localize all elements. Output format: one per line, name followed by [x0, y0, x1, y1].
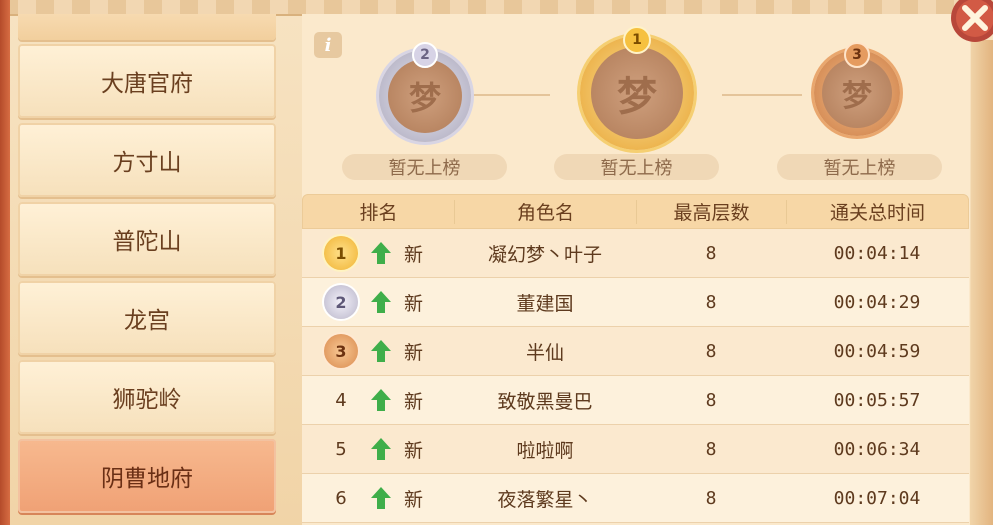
left-edge-decoration [0, 0, 10, 525]
player-name: 半仙 [525, 341, 564, 364]
medal-emblem: 梦 [388, 59, 462, 133]
bronze-medal: 梦 3 [814, 42, 900, 136]
header-time: 通关总时间 [830, 202, 926, 224]
sidebar-item-label: 龙宫 [124, 308, 170, 334]
sidebar-item-putuoshan[interactable]: 普陀山 [18, 202, 276, 276]
silver-medal: 梦 2 [379, 42, 471, 142]
arrow-up-icon [371, 340, 391, 362]
clear-time: 00:04:29 [833, 291, 921, 313]
sidebar-item-partial[interactable] [18, 14, 276, 40]
table-row[interactable]: 3 新 半仙 8 00:04:59 [302, 327, 969, 376]
table-row[interactable]: 2 新 董建国 8 00:04:29 [302, 278, 969, 327]
medal-emblem: 梦 [591, 47, 683, 139]
clear-time: 00:04:14 [833, 242, 921, 264]
player-name: 啦啦啊 [516, 439, 574, 462]
sidebar-item-yincaodifu[interactable]: 阴曹地府 [18, 439, 276, 513]
header-floor: 最高层数 [673, 202, 750, 224]
sidebar-item-label: 方寸山 [112, 150, 182, 176]
podium-label-2: 暂无上榜 [342, 154, 507, 180]
clear-time: 00:05:57 [833, 389, 921, 411]
sidebar-item-label: 狮驼岭 [112, 387, 182, 413]
player-name: 致敬黑曼巴 [497, 390, 593, 413]
rank-number: 6 [335, 487, 347, 509]
max-floor: 8 [705, 487, 717, 509]
trend-label: 新 [404, 439, 424, 462]
podium-label-1: 暂无上榜 [554, 154, 719, 180]
clear-time: 00:06:34 [833, 438, 921, 460]
medal-emblem: 梦 [822, 58, 892, 128]
table-header: 排名 角色名 最高层数 通关总时间 [302, 194, 969, 229]
rank-1-badge: 1 [623, 26, 651, 54]
sidebar-item-label: 阴曹地府 [101, 466, 193, 492]
gold-rank-badge: 1 [324, 236, 358, 270]
sidebar-item-longgong[interactable]: 龙宫 [18, 281, 276, 355]
header-name: 角色名 [517, 202, 575, 224]
trend-label: 新 [404, 292, 424, 315]
trend-label: 新 [404, 390, 424, 413]
table-row[interactable]: 4 新 致敬黑曼巴 8 00:05:57 [302, 376, 969, 425]
table-row[interactable]: 1 新 凝幻梦丶叶子 8 00:04:14 [302, 229, 969, 278]
arrow-up-icon [371, 438, 391, 460]
max-floor: 8 [705, 389, 717, 411]
max-floor: 8 [705, 242, 717, 264]
table-row[interactable]: 5 新 啦啦啊 8 00:06:34 [302, 425, 969, 474]
leaderboard-panel: i 梦 2 暂无上榜 梦 1 暂无上榜 梦 3 暂无上榜 排名 角色名 最高层数… [302, 14, 970, 525]
sidebar-item-shituoling[interactable]: 狮驼岭 [18, 360, 276, 434]
info-icon[interactable]: i [314, 32, 342, 58]
trend-label: 新 [404, 341, 424, 364]
school-sidebar: 大唐官府 方寸山 普陀山 龙宫 狮驼岭 阴曹地府 [18, 14, 278, 525]
sidebar-item-fangcunshan[interactable]: 方寸山 [18, 123, 276, 197]
bronze-rank-badge: 3 [324, 334, 358, 368]
header-rank: 排名 [359, 202, 398, 224]
arrow-up-icon [371, 242, 391, 264]
table-row[interactable]: 6 新 夜落繁星丶 8 00:07:04 [302, 474, 969, 523]
trend-label: 新 [404, 243, 424, 266]
podium-label-3: 暂无上榜 [777, 154, 942, 180]
sidebar-item-label: 普陀山 [112, 229, 182, 255]
max-floor: 8 [705, 438, 717, 460]
silver-rank-badge: 2 [324, 285, 358, 319]
rank-number: 4 [335, 389, 347, 411]
ranking-table: 排名 角色名 最高层数 通关总时间 1 新 凝幻梦丶叶子 8 00:04:14 … [302, 194, 969, 523]
arrow-up-icon [371, 487, 391, 509]
gold-medal: 梦 1 [580, 26, 694, 150]
trend-label: 新 [404, 488, 424, 511]
podium-connector [722, 94, 802, 96]
rank-3-badge: 3 [844, 42, 870, 68]
max-floor: 8 [705, 291, 717, 313]
sidebar-item-label: 大唐官府 [101, 71, 193, 97]
player-name: 凝幻梦丶叶子 [487, 243, 602, 266]
arrow-up-icon [371, 389, 391, 411]
close-icon[interactable] [943, 0, 993, 52]
rank-2-badge: 2 [412, 42, 438, 68]
player-name: 夜落繁星丶 [497, 488, 593, 511]
player-name: 董建国 [516, 292, 574, 315]
sidebar-item-datangguanfu[interactable]: 大唐官府 [18, 44, 276, 118]
arrow-up-icon [371, 291, 391, 313]
rank-number: 5 [335, 438, 347, 460]
clear-time: 00:07:04 [833, 487, 921, 509]
right-edge-decoration [971, 40, 993, 525]
clear-time: 00:04:59 [833, 340, 921, 362]
max-floor: 8 [705, 340, 717, 362]
podium-connector [470, 94, 550, 96]
